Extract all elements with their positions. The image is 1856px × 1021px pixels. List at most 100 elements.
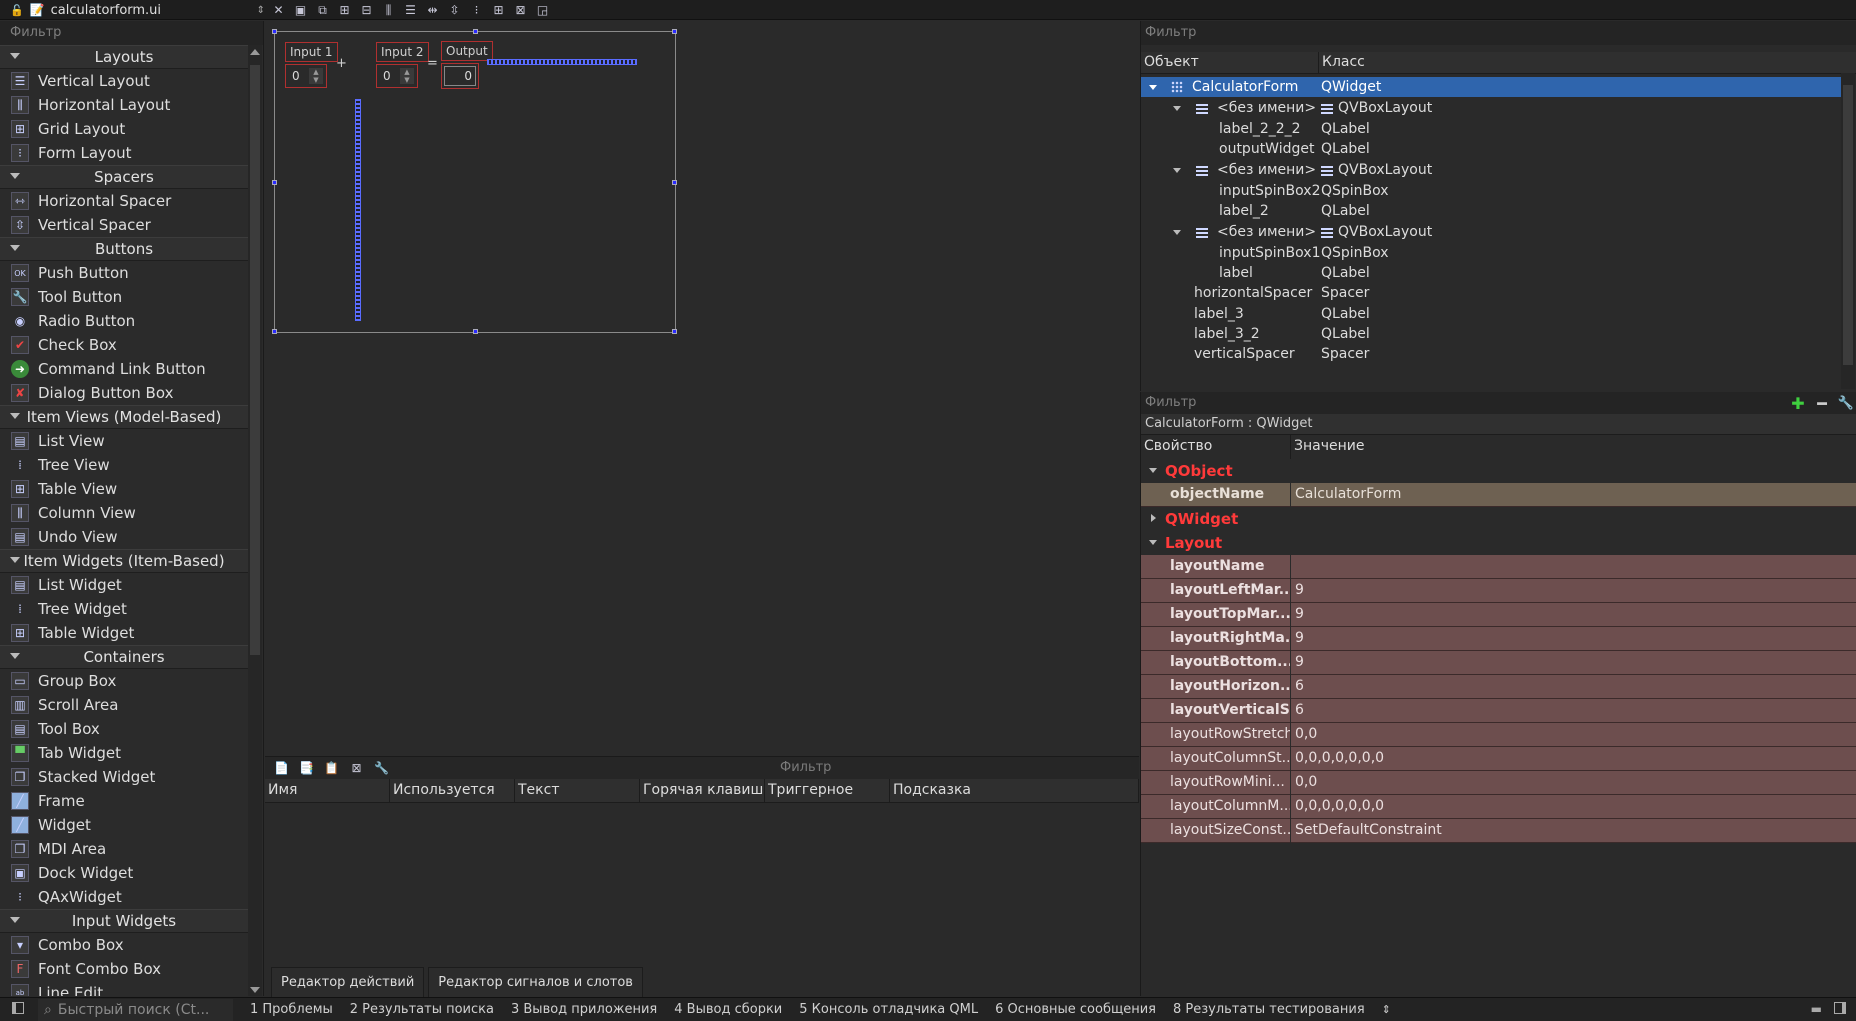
widget-mdi-area[interactable]: ❐ MDI Area: [0, 837, 248, 861]
input2-spinbox[interactable]: 0 ▲ ▼: [376, 64, 418, 88]
widget-push-button[interactable]: OK Push Button: [0, 261, 248, 285]
column-object[interactable]: Объект: [1141, 52, 1319, 73]
expand-icon[interactable]: [1149, 85, 1157, 90]
widget-radio-button[interactable]: ◉ Radio Button: [0, 309, 248, 333]
spin-arrows-icon[interactable]: ▲ ▼: [400, 68, 414, 84]
category-input-widgets[interactable]: Input Widgets: [0, 909, 248, 933]
action-filter-input[interactable]: Фильтр: [780, 760, 831, 775]
object-inspector-scrollbar[interactable]: [1841, 73, 1855, 389]
property-row-layoutrowstretch[interactable]: layoutRowStretch 0,0: [1141, 723, 1856, 747]
edit-widgets-icon[interactable]: ▣: [292, 3, 309, 18]
widget-command-link-button[interactable]: ➜ Command Link Button: [0, 357, 248, 381]
document-selector[interactable]: 🔓 📝 calculatorform.ui ⇕: [10, 0, 265, 20]
column-text[interactable]: Текст: [515, 779, 640, 802]
property-filter-input[interactable]: Фильтр: [1145, 395, 1196, 410]
property-row-layoutcolumnminimumwidth[interactable]: layoutColumnM... 0,0,0,0,0,0,0: [1141, 795, 1856, 819]
collapse-icon[interactable]: [10, 53, 20, 59]
output-pane-application-output[interactable]: 3 Вывод приложения: [511, 1002, 657, 1017]
more-panes-arrows-icon[interactable]: ⇕: [1382, 1003, 1391, 1016]
widget-widget[interactable]: ╱ Widget: [0, 813, 248, 837]
tree-row-horizontalspacer[interactable]: horizontalSpacer Spacer: [1141, 283, 1841, 303]
property-row-layoutverticalspacing[interactable]: layoutVerticalS... 6: [1141, 699, 1856, 723]
widget-tree-widget[interactable]: ⁞ Tree Widget: [0, 597, 248, 621]
collapse-icon[interactable]: [10, 653, 20, 659]
calculator-form[interactable]: Input 1 0 ▲ ▼ + Input 2 0 ▲ ▼ = Output 0: [272, 29, 677, 334]
adjust-size-icon[interactable]: ◲: [534, 3, 551, 18]
column-property[interactable]: Свойство: [1141, 435, 1291, 459]
vertical-spacer[interactable]: [355, 99, 361, 321]
resize-handle[interactable]: [272, 329, 277, 334]
category-item-views[interactable]: Item Views (Model-Based): [0, 405, 248, 429]
object-filter-input[interactable]: Фильтр: [1141, 21, 1856, 45]
tree-row-outputwidget[interactable]: outputWidget QLabel: [1141, 139, 1841, 159]
output-pane-compile-output[interactable]: 4 Вывод сборки: [674, 1002, 782, 1017]
remove-property-icon[interactable]: ━: [1813, 394, 1831, 413]
resize-handle[interactable]: [272, 180, 277, 185]
add-property-icon[interactable]: ✚: [1789, 394, 1807, 413]
scroll-down-icon[interactable]: [250, 987, 260, 993]
widget-list-view[interactable]: ▤ List View: [0, 429, 248, 453]
output-label[interactable]: Output: [441, 41, 493, 61]
input1-label[interactable]: Input 1: [285, 42, 338, 62]
edit-buddies-icon[interactable]: ⊞: [336, 3, 353, 18]
horizontal-spacer[interactable]: [487, 59, 637, 65]
property-row-layoutrowminimumheight[interactable]: layoutRowMini... 0,0: [1141, 771, 1856, 795]
expand-icon[interactable]: [1173, 106, 1181, 111]
layout-grid-icon[interactable]: ⊞: [490, 3, 507, 18]
category-layouts[interactable]: Layouts: [0, 45, 248, 69]
tree-row-vboxlayout[interactable]: <без имени> QVBoxLayout: [1141, 222, 1841, 242]
widget-form-layout[interactable]: ⁝ Form Layout: [0, 141, 248, 165]
widget-horizontal-spacer[interactable]: ⇿ Horizontal Spacer: [0, 189, 248, 213]
layout-horizontal-icon[interactable]: ⫼: [380, 3, 397, 18]
paste-action-icon[interactable]: 📋: [323, 761, 340, 776]
form-design-canvas[interactable]: Input 1 0 ▲ ▼ + Input 2 0 ▲ ▼ = Output 0: [265, 21, 1139, 756]
widget-horizontal-layout[interactable]: ⫼ Horizontal Layout: [0, 93, 248, 117]
property-row-layoutname[interactable]: layoutName: [1141, 555, 1856, 579]
widget-frame[interactable]: ╱ Frame: [0, 789, 248, 813]
break-layout-icon[interactable]: ⊠: [512, 3, 529, 18]
toggle-right-sidebar-icon[interactable]: [1834, 1002, 1846, 1014]
tree-row-calculatorform[interactable]: CalculatorForm QWidget: [1141, 77, 1841, 97]
category-spacers[interactable]: Spacers: [0, 165, 248, 189]
widget-check-box[interactable]: ✔ Check Box: [0, 333, 248, 357]
quick-search-input[interactable]: ⌕ Быстрый поиск (Ct...: [38, 998, 233, 1021]
category-buttons[interactable]: Buttons: [0, 237, 248, 261]
spin-arrows-icon[interactable]: ▲ ▼: [309, 68, 323, 84]
property-row-layoutrightmargin[interactable]: layoutRightMa... 9: [1141, 627, 1856, 651]
output-pane-qml-debugger-console[interactable]: 5 Консоль отладчика QML: [799, 1002, 978, 1017]
column-tooltip[interactable]: Подсказка: [890, 779, 1139, 802]
tab-action-editor[interactable]: Редактор действий: [271, 967, 425, 997]
scroll-up-icon[interactable]: [250, 49, 260, 55]
widget-group-box[interactable]: ▭ Group Box: [0, 669, 248, 693]
layout-vertical-icon[interactable]: ☰: [402, 3, 419, 18]
property-row-layoutbottommargin[interactable]: layoutBottom... 9: [1141, 651, 1856, 675]
column-checkable[interactable]: Триггерное: [765, 779, 890, 802]
column-used[interactable]: Используется: [390, 779, 515, 802]
widget-combo-box[interactable]: ▾ Combo Box: [0, 933, 248, 957]
widget-tool-button[interactable]: 🔧 Tool Button: [0, 285, 248, 309]
widget-undo-view[interactable]: ▤ Undo View: [0, 525, 248, 549]
property-row-layoutcolumnstretch[interactable]: layoutColumnSt... 0,0,0,0,0,0,0: [1141, 747, 1856, 771]
column-value[interactable]: Значение: [1291, 435, 1856, 459]
widget-vertical-layout[interactable]: ☰ Vertical Layout: [0, 69, 248, 93]
edit-signals-slots-icon[interactable]: ⧉: [314, 3, 331, 18]
layout-horizontal-splitter-icon[interactable]: ⇹: [424, 3, 441, 18]
close-document-icon[interactable]: ✕: [270, 3, 287, 18]
tree-row-label[interactable]: label QLabel: [1141, 263, 1841, 283]
widget-tree-view[interactable]: ⁞ Tree View: [0, 453, 248, 477]
property-row-layoutleftmargin[interactable]: layoutLeftMar... 9: [1141, 579, 1856, 603]
resize-handle[interactable]: [672, 29, 677, 34]
widget-grid-layout[interactable]: ⊞ Grid Layout: [0, 117, 248, 141]
resize-handle[interactable]: [272, 29, 277, 34]
widget-dialog-button-box[interactable]: ✘ Dialog Button Box: [0, 381, 248, 405]
tree-row-vboxlayout[interactable]: <без имени> QVBoxLayout: [1141, 160, 1841, 180]
progress-details-icon[interactable]: ▬: [1811, 1002, 1822, 1016]
delete-action-icon[interactable]: ⊠: [348, 761, 365, 776]
collapse-icon[interactable]: [10, 245, 20, 251]
widget-line-edit[interactable]: ab Line Edit: [0, 981, 248, 996]
widget-vertical-spacer[interactable]: ⇳ Vertical Spacer: [0, 213, 248, 237]
category-item-widgets[interactable]: Item Widgets (Item-Based): [0, 549, 248, 573]
property-row-objectname[interactable]: objectName CalculatorForm: [1141, 483, 1856, 507]
property-row-layouthorizontalspacing[interactable]: layoutHorizon... 6: [1141, 675, 1856, 699]
group-qwidget[interactable]: QWidget: [1141, 507, 1856, 531]
